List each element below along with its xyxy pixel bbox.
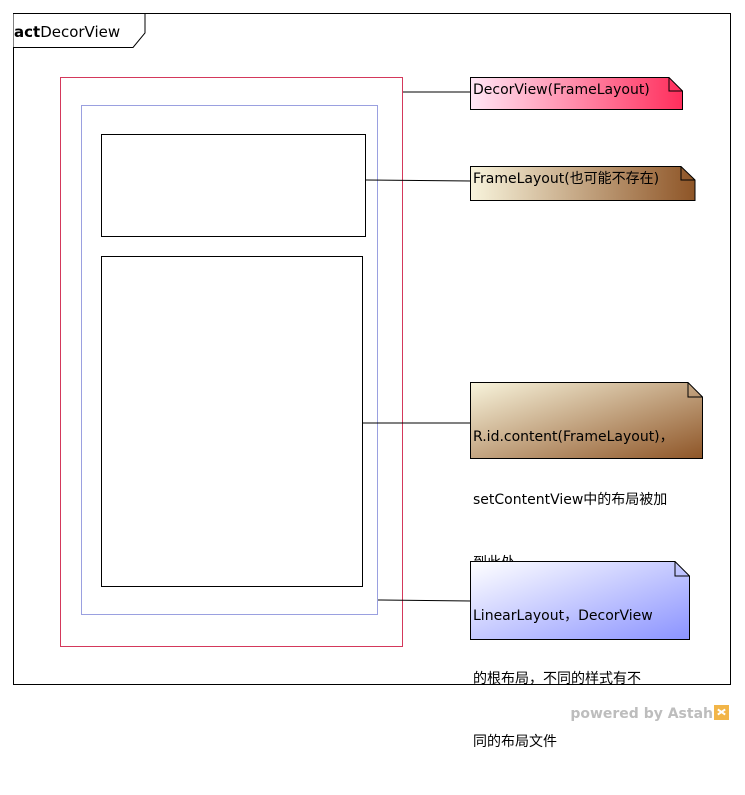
note-line: LinearLayout，DecorView bbox=[473, 608, 653, 624]
connector-titlebar bbox=[365, 179, 472, 182]
note-line: setContentView中的布局被加 bbox=[473, 492, 668, 508]
note-line: R.id.content(FrameLayout)， bbox=[473, 429, 674, 445]
note-text: FrameLayout(也可能不存在) bbox=[473, 169, 659, 190]
connector-linearlayout bbox=[377, 599, 472, 602]
note-linearlayout[interactable]: LinearLayout，DecorView 的根布局，不同的样式有不 同的布局… bbox=[470, 561, 691, 750]
astah-logo-icon bbox=[714, 705, 729, 720]
astah-watermark: powered by Astah bbox=[570, 705, 729, 722]
note-line: DecorView(FrameLayout) bbox=[473, 82, 650, 98]
note-text: DecorView(FrameLayout) bbox=[473, 80, 650, 101]
note-decorview[interactable]: DecorView(FrameLayout) bbox=[470, 77, 684, 110]
note-line: 同的布局文件 bbox=[473, 734, 557, 750]
note-content[interactable]: R.id.content(FrameLayout)， setContentVie… bbox=[470, 382, 704, 571]
note-line: 的根布局，不同的样式有不 bbox=[473, 671, 641, 687]
note-line: FrameLayout(也可能不存在) bbox=[473, 171, 660, 187]
note-titlebar[interactable]: FrameLayout(也可能不存在) bbox=[470, 166, 696, 201]
watermark-text: powered by Astah bbox=[570, 706, 713, 722]
note-text: LinearLayout，DecorView 的根布局，不同的样式有不 同的布局… bbox=[473, 564, 653, 795]
